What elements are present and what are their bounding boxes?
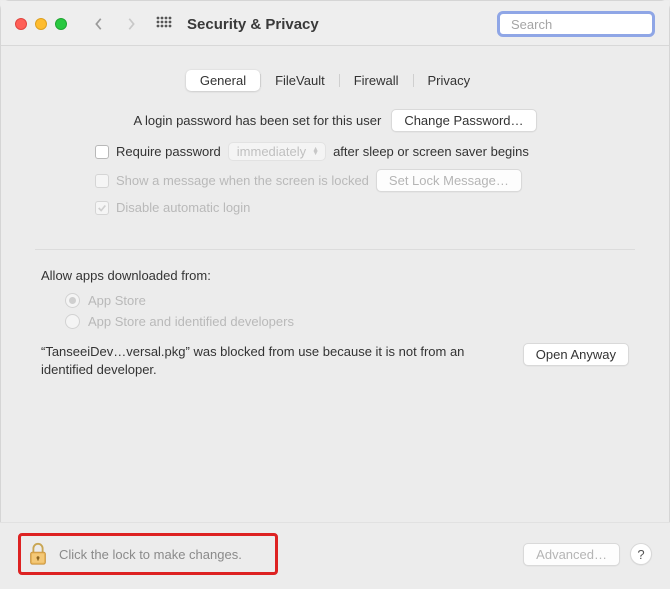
help-button[interactable]: ? — [630, 543, 652, 565]
window-traffic-lights — [15, 18, 67, 30]
allow-apps-label: Allow apps downloaded from: — [41, 268, 635, 283]
content-area: General FileVault Firewall Privacy A log… — [1, 46, 669, 516]
search-field[interactable] — [497, 11, 655, 37]
show-message-label: Show a message when the screen is locked — [116, 173, 369, 188]
allow-appstore-radio — [65, 293, 80, 308]
zoom-window-button[interactable] — [55, 18, 67, 30]
minimize-window-button[interactable] — [35, 18, 47, 30]
lock-icon[interactable] — [27, 542, 49, 566]
lock-highlight-box: Click the lock to make changes. — [18, 533, 278, 575]
open-anyway-button[interactable]: Open Anyway — [523, 343, 629, 366]
set-lock-message-button: Set Lock Message… — [376, 169, 522, 192]
tab-filevault[interactable]: FileVault — [261, 70, 339, 91]
search-input[interactable] — [511, 17, 670, 32]
require-password-checkbox[interactable] — [95, 145, 109, 159]
tab-firewall[interactable]: Firewall — [340, 70, 413, 91]
show-message-checkbox — [95, 174, 109, 188]
disable-auto-login-checkbox — [95, 201, 109, 215]
title-bar: Security & Privacy — [1, 1, 669, 46]
forward-button[interactable] — [119, 13, 143, 35]
window-title: Security & Privacy — [187, 16, 319, 33]
blocked-app-message: “TanseeiDev…versal.pkg” was blocked from… — [41, 343, 509, 378]
change-password-button[interactable]: Change Password… — [391, 109, 536, 132]
after-sleep-label: after sleep or screen saver begins — [333, 144, 529, 159]
advanced-button[interactable]: Advanced… — [523, 543, 620, 566]
allow-appstore-label: App Store — [88, 293, 146, 308]
chevron-updown-icon: ▲▼ — [312, 148, 319, 156]
allow-appstore-identified-label: App Store and identified developers — [88, 314, 294, 329]
allow-appstore-identified-radio — [65, 314, 80, 329]
require-password-delay-value: immediately — [237, 144, 306, 159]
require-password-label: Require password — [116, 144, 221, 159]
tab-privacy[interactable]: Privacy — [414, 70, 485, 91]
close-window-button[interactable] — [15, 18, 27, 30]
tab-general[interactable]: General — [186, 70, 260, 91]
login-password-label: A login password has been set for this u… — [133, 113, 381, 128]
tab-segmented-control: General FileVault Firewall Privacy — [186, 70, 484, 91]
check-icon — [97, 203, 107, 213]
disable-auto-login-label: Disable automatic login — [116, 200, 250, 215]
require-password-delay-select: immediately ▲▼ — [228, 142, 326, 161]
show-all-icon[interactable] — [155, 15, 173, 33]
footer-bar: Click the lock to make changes. Advanced… — [0, 522, 670, 589]
back-button[interactable] — [87, 13, 111, 35]
lock-text: Click the lock to make changes. — [59, 547, 242, 562]
